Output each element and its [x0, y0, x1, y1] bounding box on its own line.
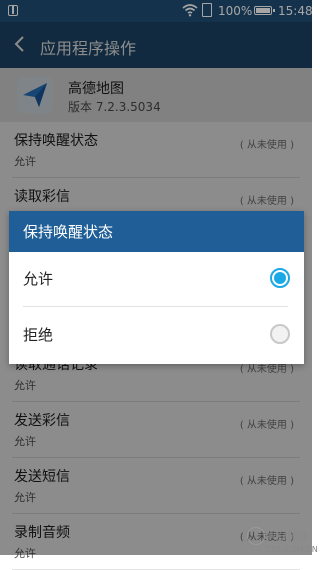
option-label: 允许 [23, 270, 54, 288]
option-deny[interactable]: 拒绝 [9, 308, 304, 360]
watermark-text: 中关村在线 [267, 531, 307, 541]
scrim [0, 0, 312, 22]
divider [23, 306, 288, 307]
watermark-subtext: ZOL.COM.CN [266, 545, 318, 554]
option-label: 拒绝 [23, 326, 54, 344]
watermark: 中关村在线 ZOL.COM.CN [247, 527, 318, 554]
scrim [0, 22, 312, 68]
radio-unselected-icon[interactable] [270, 324, 290, 344]
permission-dialog: 保持唤醒状态 允许 拒绝 [9, 211, 304, 364]
dialog-header: 保持唤醒状态 [9, 211, 304, 252]
radio-selected-icon[interactable] [270, 268, 290, 288]
dialog-title: 保持唤醒状态 [23, 223, 114, 241]
option-allow[interactable]: 允许 [9, 252, 304, 304]
zol-logo-icon [247, 527, 265, 545]
